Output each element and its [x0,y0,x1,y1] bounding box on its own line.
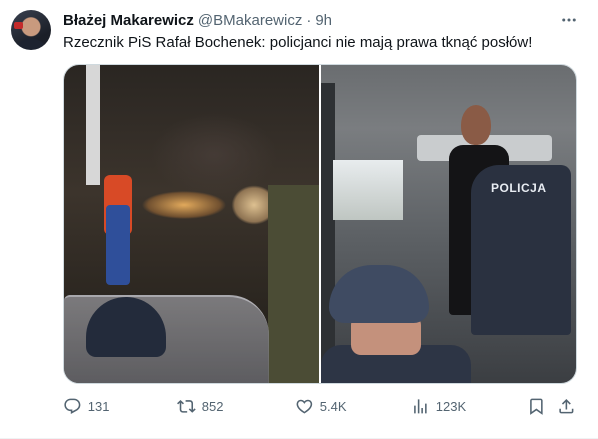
more-horizontal-icon [562,18,576,22]
like-button[interactable]: 5.4K [295,396,347,416]
tweet-time[interactable]: 9h [315,12,332,29]
more-button[interactable] [558,9,580,31]
views-button[interactable]: 123K [411,396,466,416]
like-count: 5.4K [319,398,347,414]
retweet-count: 852 [201,398,224,414]
bookmark-button[interactable] [527,396,546,416]
views-count: 123K [435,398,467,414]
analytics-icon [414,398,427,414]
separator-dot: · [306,11,312,29]
retweet-button[interactable]: 852 [177,396,223,416]
police-uniform-text: POLICJA [491,181,547,195]
tweet[interactable]: Błażej Makarewicz @BMakarewicz · 9h Rzec… [0,0,598,439]
media-photo-left[interactable] [64,65,319,383]
share-button[interactable] [557,396,576,416]
author-handle[interactable]: @BMakarewicz [198,12,302,29]
avatar[interactable] [11,10,51,50]
reply-icon [64,398,81,414]
reply-button[interactable]: 131 [63,396,109,416]
tweet-actions: 131 852 5.4K 123K [63,396,577,416]
heart-icon [296,399,313,414]
tweet-text: Rzecznik PiS Rafał Bochenek: policjanci … [63,34,533,51]
author-name[interactable]: Błażej Makarewicz [63,12,194,29]
tweet-header: Błażej Makarewicz @BMakarewicz · 9h [63,11,332,29]
reply-count: 131 [87,398,110,414]
retweet-icon [177,399,196,413]
share-icon [559,398,574,414]
tweet-media: POLICJA [63,64,577,384]
bookmark-icon [530,398,543,415]
media-photo-right[interactable]: POLICJA [321,65,576,383]
